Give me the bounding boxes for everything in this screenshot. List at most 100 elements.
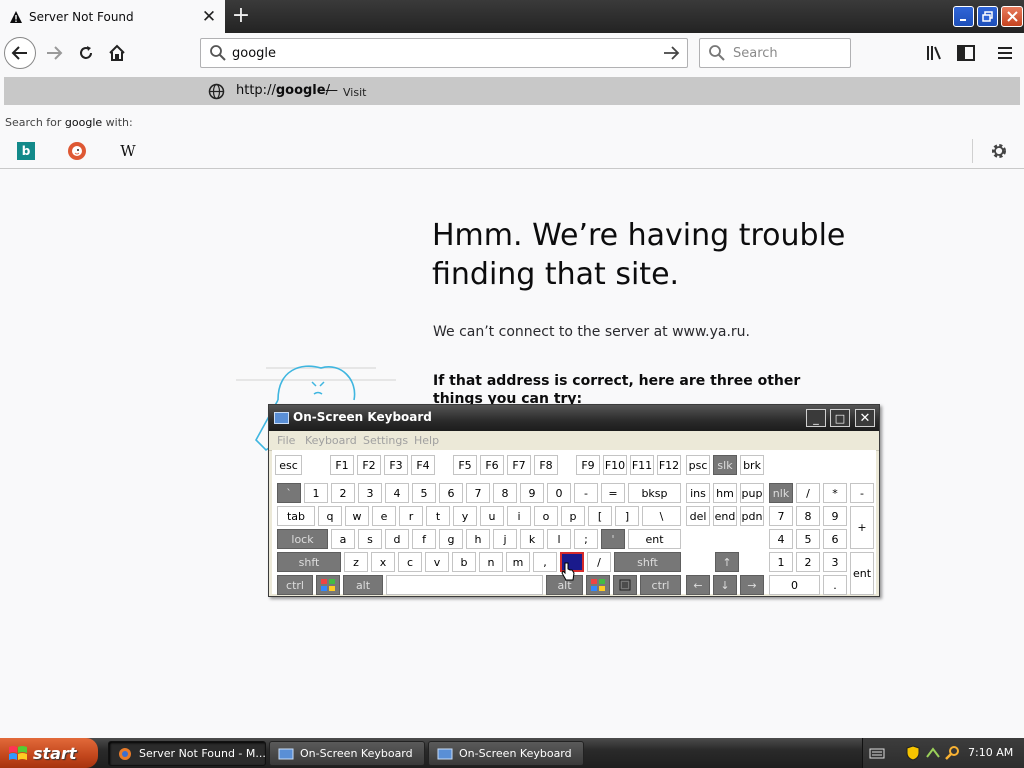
- key-caps-lock[interactable]: lock: [277, 529, 328, 549]
- key-right-ctrl[interactable]: ctrl: [640, 575, 681, 595]
- key-9[interactable]: 9: [520, 483, 544, 503]
- key-num-7[interactable]: 7: [769, 506, 793, 526]
- key-7[interactable]: 7: [466, 483, 490, 503]
- window-minimize-button[interactable]: [953, 6, 974, 27]
- new-tab-button[interactable]: +: [229, 4, 253, 28]
- key-f12[interactable]: F12: [657, 455, 681, 475]
- key-backtick[interactable]: `: [277, 483, 301, 503]
- osk-menu-file[interactable]: File: [277, 434, 295, 447]
- key-left-alt[interactable]: alt: [343, 575, 383, 595]
- tab-close-icon[interactable]: ✕: [199, 7, 219, 27]
- osk-menu-settings[interactable]: Settings: [363, 434, 408, 447]
- key-num-6[interactable]: 6: [823, 529, 847, 549]
- key-num-5[interactable]: 5: [796, 529, 820, 549]
- key-arrow-left[interactable]: ←: [686, 575, 710, 595]
- osk-minimize-button[interactable]: _: [806, 409, 826, 427]
- key-lbracket[interactable]: [: [588, 506, 612, 526]
- key-f11[interactable]: F11: [630, 455, 654, 475]
- tab-server-not-found[interactable]: Server Not Found ✕: [0, 0, 225, 33]
- key-s[interactable]: s: [358, 529, 382, 549]
- network-icon[interactable]: [925, 745, 941, 761]
- key-f6[interactable]: F6: [480, 455, 504, 475]
- key-i[interactable]: i: [507, 506, 531, 526]
- key-del[interactable]: del: [686, 506, 710, 526]
- key-num-4[interactable]: 4: [769, 529, 793, 549]
- key-esc[interactable]: esc: [275, 455, 302, 475]
- key-bksp[interactable]: bksp: [628, 483, 681, 503]
- key-num-0[interactable]: 0: [769, 575, 820, 595]
- key-num-3[interactable]: 3: [823, 552, 847, 572]
- key-backslash[interactable]: \: [642, 506, 681, 526]
- key-minus[interactable]: -: [574, 483, 598, 503]
- key-e[interactable]: e: [372, 506, 396, 526]
- key-f1[interactable]: F1: [330, 455, 354, 475]
- bing-icon[interactable]: b: [17, 142, 35, 160]
- key-a[interactable]: a: [331, 529, 355, 549]
- key-4[interactable]: 4: [385, 483, 409, 503]
- key-j[interactable]: j: [493, 529, 517, 549]
- key-5[interactable]: 5: [412, 483, 436, 503]
- key-arrow-down[interactable]: ↓: [713, 575, 737, 595]
- key-w[interactable]: w: [345, 506, 369, 526]
- osk-maximize-button[interactable]: □: [830, 409, 850, 427]
- key-f3[interactable]: F3: [384, 455, 408, 475]
- reload-button[interactable]: [74, 41, 98, 65]
- taskbar-item-osk[interactable]: On-Screen Keyboard: [269, 741, 425, 766]
- taskbar-item-browser[interactable]: Server Not Found - M...: [108, 741, 266, 766]
- key-num-8[interactable]: 8: [796, 506, 820, 526]
- key-k[interactable]: k: [520, 529, 544, 549]
- key-arrow-right[interactable]: →: [740, 575, 764, 595]
- library-button[interactable]: [922, 41, 946, 65]
- key-q[interactable]: q: [318, 506, 342, 526]
- url-input[interactable]: google: [232, 46, 661, 61]
- osk-close-button[interactable]: ✕: [855, 409, 875, 427]
- window-restore-button[interactable]: [977, 6, 998, 27]
- key-b[interactable]: b: [452, 552, 476, 572]
- key-2[interactable]: 2: [331, 483, 355, 503]
- key-pup[interactable]: pup: [740, 483, 764, 503]
- key-num-divide[interactable]: /: [796, 483, 820, 503]
- key-num-1[interactable]: 1: [769, 552, 793, 572]
- forward-button[interactable]: [42, 41, 66, 65]
- key-f9[interactable]: F9: [576, 455, 600, 475]
- key-rbracket[interactable]: ]: [615, 506, 639, 526]
- sidebar-button[interactable]: [954, 41, 978, 65]
- duckduckgo-icon[interactable]: [68, 142, 86, 160]
- key-p[interactable]: p: [561, 506, 585, 526]
- key-m[interactable]: m: [506, 552, 530, 572]
- key-arrow-up[interactable]: ↑: [715, 552, 739, 572]
- key-f10[interactable]: F10: [603, 455, 627, 475]
- key-slk[interactable]: slk: [713, 455, 737, 475]
- osk-menu-keyboard[interactable]: Keyboard: [305, 434, 357, 447]
- key-h[interactable]: h: [466, 529, 490, 549]
- key-space[interactable]: [386, 575, 543, 595]
- go-arrow-icon[interactable]: [661, 44, 681, 62]
- key-d[interactable]: d: [385, 529, 409, 549]
- key-z[interactable]: z: [344, 552, 368, 572]
- key-tab[interactable]: tab: [277, 506, 315, 526]
- key-3[interactable]: 3: [358, 483, 382, 503]
- key-nlk[interactable]: nlk: [769, 483, 793, 503]
- osk-titlebar[interactable]: On-Screen Keyboard _ □ ✕: [269, 405, 879, 431]
- key-num-period[interactable]: .: [823, 575, 847, 595]
- key-psc[interactable]: psc: [686, 455, 710, 475]
- search-input[interactable]: Search: [733, 46, 778, 61]
- key-num-2[interactable]: 2: [796, 552, 820, 572]
- key-menu[interactable]: [613, 575, 637, 595]
- key-hm[interactable]: hm: [713, 483, 737, 503]
- key-t[interactable]: t: [426, 506, 450, 526]
- osk-menu-help[interactable]: Help: [414, 434, 439, 447]
- url-bar[interactable]: google: [200, 38, 688, 68]
- security-shield-icon[interactable]: [905, 745, 921, 761]
- key-num-minus[interactable]: -: [850, 483, 874, 503]
- start-button[interactable]: start: [0, 738, 98, 768]
- key-o[interactable]: o: [534, 506, 558, 526]
- wikipedia-icon[interactable]: W: [119, 142, 137, 160]
- key-f5[interactable]: F5: [453, 455, 477, 475]
- key-end[interactable]: end: [713, 506, 737, 526]
- search-bar[interactable]: Search: [699, 38, 851, 68]
- key-f7[interactable]: F7: [507, 455, 531, 475]
- key-x[interactable]: x: [371, 552, 395, 572]
- key-brk[interactable]: brk: [740, 455, 764, 475]
- key-enter[interactable]: ent: [628, 529, 681, 549]
